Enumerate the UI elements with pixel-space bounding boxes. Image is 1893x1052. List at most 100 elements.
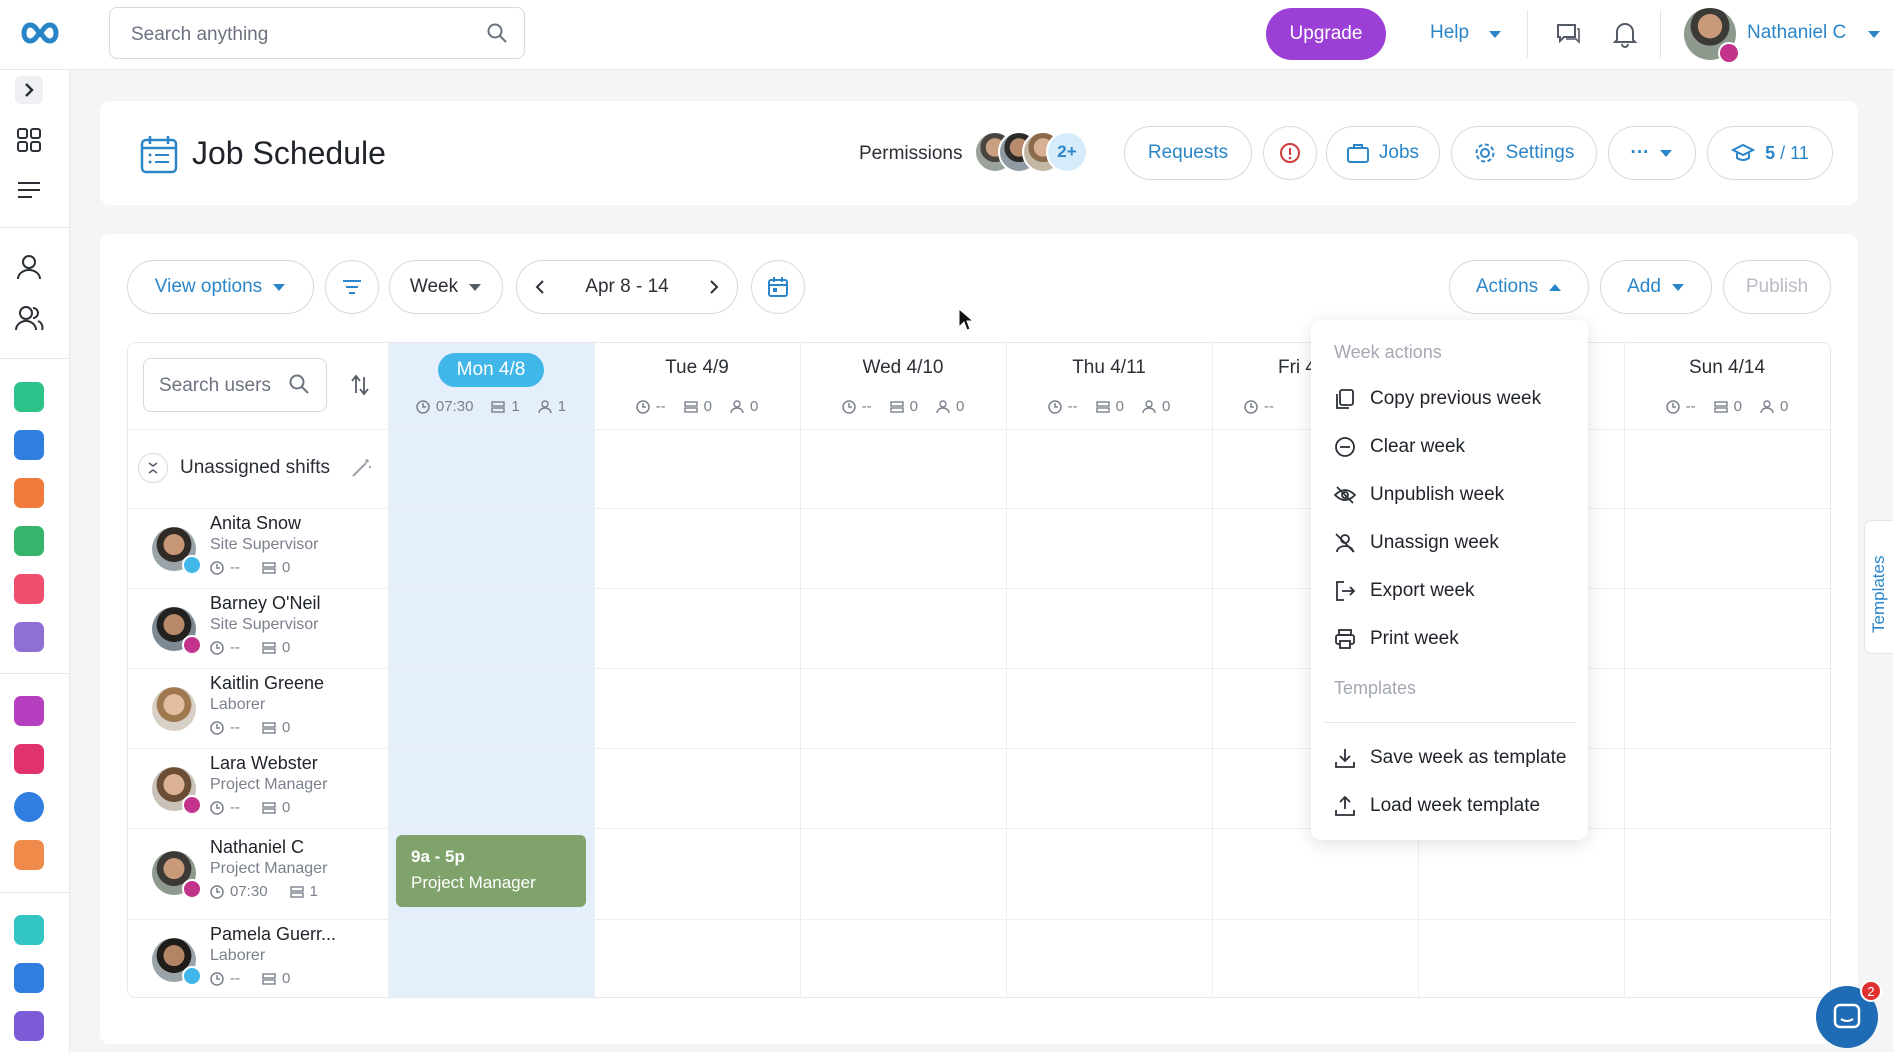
feed-lines-icon[interactable] (14, 175, 44, 205)
employee-row[interactable]: Nathaniel C Project Manager 07:30 1 (128, 829, 388, 919)
info-button[interactable] (1263, 126, 1317, 180)
users-group-icon[interactable] (14, 303, 44, 333)
tasks-app-icon[interactable] (14, 840, 44, 870)
permissions-more-count[interactable]: 2+ (1046, 131, 1088, 173)
sort-arrows-icon[interactable] (350, 373, 370, 397)
chevron-left-icon[interactable] (535, 279, 545, 295)
person-icon (538, 399, 552, 413)
date-range-label[interactable]: Apr 8 - 14 (585, 276, 668, 298)
search-icon (486, 22, 508, 44)
save-week-as-template-item[interactable]: Save week as template (1334, 747, 1566, 769)
load-week-template-item[interactable]: Load week template (1334, 795, 1540, 817)
support-chat-button[interactable]: 2 (1816, 980, 1882, 1048)
more-options-button[interactable]: ··· (1608, 126, 1696, 180)
admin-crown-badge-icon (182, 635, 202, 655)
location-app-icon[interactable] (14, 1011, 44, 1041)
notifications-bell-icon[interactable] (1613, 20, 1637, 48)
employee-row[interactable]: Pamela Guerr... Laborer -- 0 (128, 920, 388, 997)
divider (0, 673, 70, 674)
upgrade-button[interactable]: Upgrade (1266, 8, 1386, 60)
day-hours: -- (861, 398, 872, 415)
menu-item-label: Unpublish week (1370, 484, 1505, 505)
clear-week-item[interactable]: Clear week (1334, 436, 1465, 458)
time-clock-app-icon[interactable] (14, 792, 44, 822)
day-users: 0 (956, 398, 965, 415)
range-select[interactable]: Week (389, 260, 503, 314)
add-button[interactable]: Add (1600, 260, 1712, 314)
export-week-item[interactable]: Export week (1334, 580, 1475, 602)
download-icon (1335, 749, 1355, 768)
employee-name: Kaitlin Greene (210, 673, 325, 693)
announcements-app-icon[interactable] (14, 696, 44, 726)
expand-sidebar-chevron-icon[interactable] (15, 76, 43, 104)
messages-icon[interactable] (1555, 21, 1581, 47)
requests-button[interactable]: Requests (1124, 126, 1252, 180)
employee-row[interactable]: Lara Webster Project Manager -- 0 (128, 749, 388, 828)
settings-button[interactable]: Settings (1451, 126, 1597, 180)
help-menu-button[interactable]: Help (1430, 22, 1469, 44)
employee-avatar (152, 687, 196, 731)
employee-name: Pamela Guerr... (210, 924, 337, 944)
employee-row[interactable]: Kaitlin Greene Laborer -- 0 (128, 669, 388, 748)
user-avatar[interactable] (1684, 8, 1740, 64)
documents-app-icon[interactable] (14, 963, 44, 993)
caret-down-icon[interactable] (1867, 30, 1881, 39)
publish-label: Publish (1745, 276, 1809, 297)
print-week-item[interactable]: Print week (1334, 628, 1459, 650)
chevron-right-icon[interactable] (709, 279, 719, 295)
date-picker-button[interactable] (751, 260, 805, 314)
filter-button[interactable] (325, 260, 379, 314)
directory-app-icon[interactable] (14, 574, 44, 604)
search-users-input[interactable]: Search users (143, 358, 327, 412)
employee-row[interactable]: Barney O'Neil Site Supervisor -- 0 (128, 589, 388, 668)
eye-off-icon (1334, 486, 1356, 504)
day-header-sun[interactable]: Sun 4/14 -- 0 0 (1624, 343, 1830, 429)
admin-crown-badge-icon (182, 795, 202, 815)
divider (1527, 10, 1528, 58)
shifts-stack-icon (1095, 400, 1110, 413)
today-date-pill: Mon 4/8 (438, 353, 544, 387)
jobs-button[interactable]: Jobs (1326, 126, 1440, 180)
dashboard-grid-icon[interactable] (14, 125, 44, 155)
app-logo-icon[interactable] (20, 20, 60, 46)
view-options-button[interactable]: View options (127, 260, 314, 314)
collapse-toggle[interactable] (138, 453, 168, 483)
chat-app-icon[interactable] (14, 382, 44, 412)
divider (1006, 343, 1007, 997)
day-header-wed[interactable]: Wed 4/10 -- 0 0 (800, 343, 1006, 429)
progress-current: 5 (1765, 142, 1776, 163)
knowledge-base-app-icon[interactable] (14, 622, 44, 652)
user-menu-button[interactable]: Nathaniel C (1747, 22, 1846, 44)
copy-previous-week-item[interactable]: Copy previous week (1334, 388, 1541, 410)
day-header-mon[interactable]: Mon 4/8 07:30 1 1 (388, 343, 594, 429)
employee-row[interactable]: Anita Snow Site Supervisor -- 0 (128, 509, 388, 588)
day-shifts: 0 (703, 398, 712, 415)
requests-label: Requests (1147, 142, 1229, 163)
onboarding-progress-button[interactable]: 5 / 11 (1707, 126, 1833, 180)
shift-block[interactable]: 9a - 5p Project Manager (396, 835, 586, 907)
clock-icon (1665, 399, 1680, 414)
global-search-input[interactable]: Search anything (109, 7, 525, 59)
day-label: Sun 4/14 (1688, 357, 1766, 378)
employee-role: Site Supervisor (210, 616, 319, 633)
user-icon[interactable] (14, 252, 44, 282)
clock-icon (1244, 399, 1258, 414)
caret-down-icon[interactable] (1488, 30, 1502, 39)
calendar-list-icon (140, 134, 178, 174)
actions-button[interactable]: Actions (1449, 260, 1589, 314)
mail-app-icon[interactable] (14, 430, 44, 460)
shifts-stack-icon (262, 561, 276, 574)
auto-assign-wand-icon[interactable] (350, 457, 372, 479)
unassign-week-item[interactable]: Unassign week (1334, 532, 1499, 554)
day-header-tue[interactable]: Tue 4/9 -- 0 0 (594, 343, 800, 429)
message-app-icon[interactable] (14, 478, 44, 508)
day-header-thu[interactable]: Thu 4/11 -- 0 0 (1006, 343, 1212, 429)
unpublish-week-item[interactable]: Unpublish week (1334, 484, 1504, 506)
day-label: Thu 4/11 (1072, 357, 1146, 378)
job-schedule-app-icon[interactable] (14, 744, 44, 774)
publish-button[interactable]: Publish (1723, 260, 1831, 314)
templates-side-tab[interactable]: Templates (1864, 520, 1893, 654)
page-title: Job Schedule (192, 135, 386, 171)
ideas-app-icon[interactable] (14, 915, 44, 945)
forms-app-icon[interactable] (14, 526, 44, 556)
